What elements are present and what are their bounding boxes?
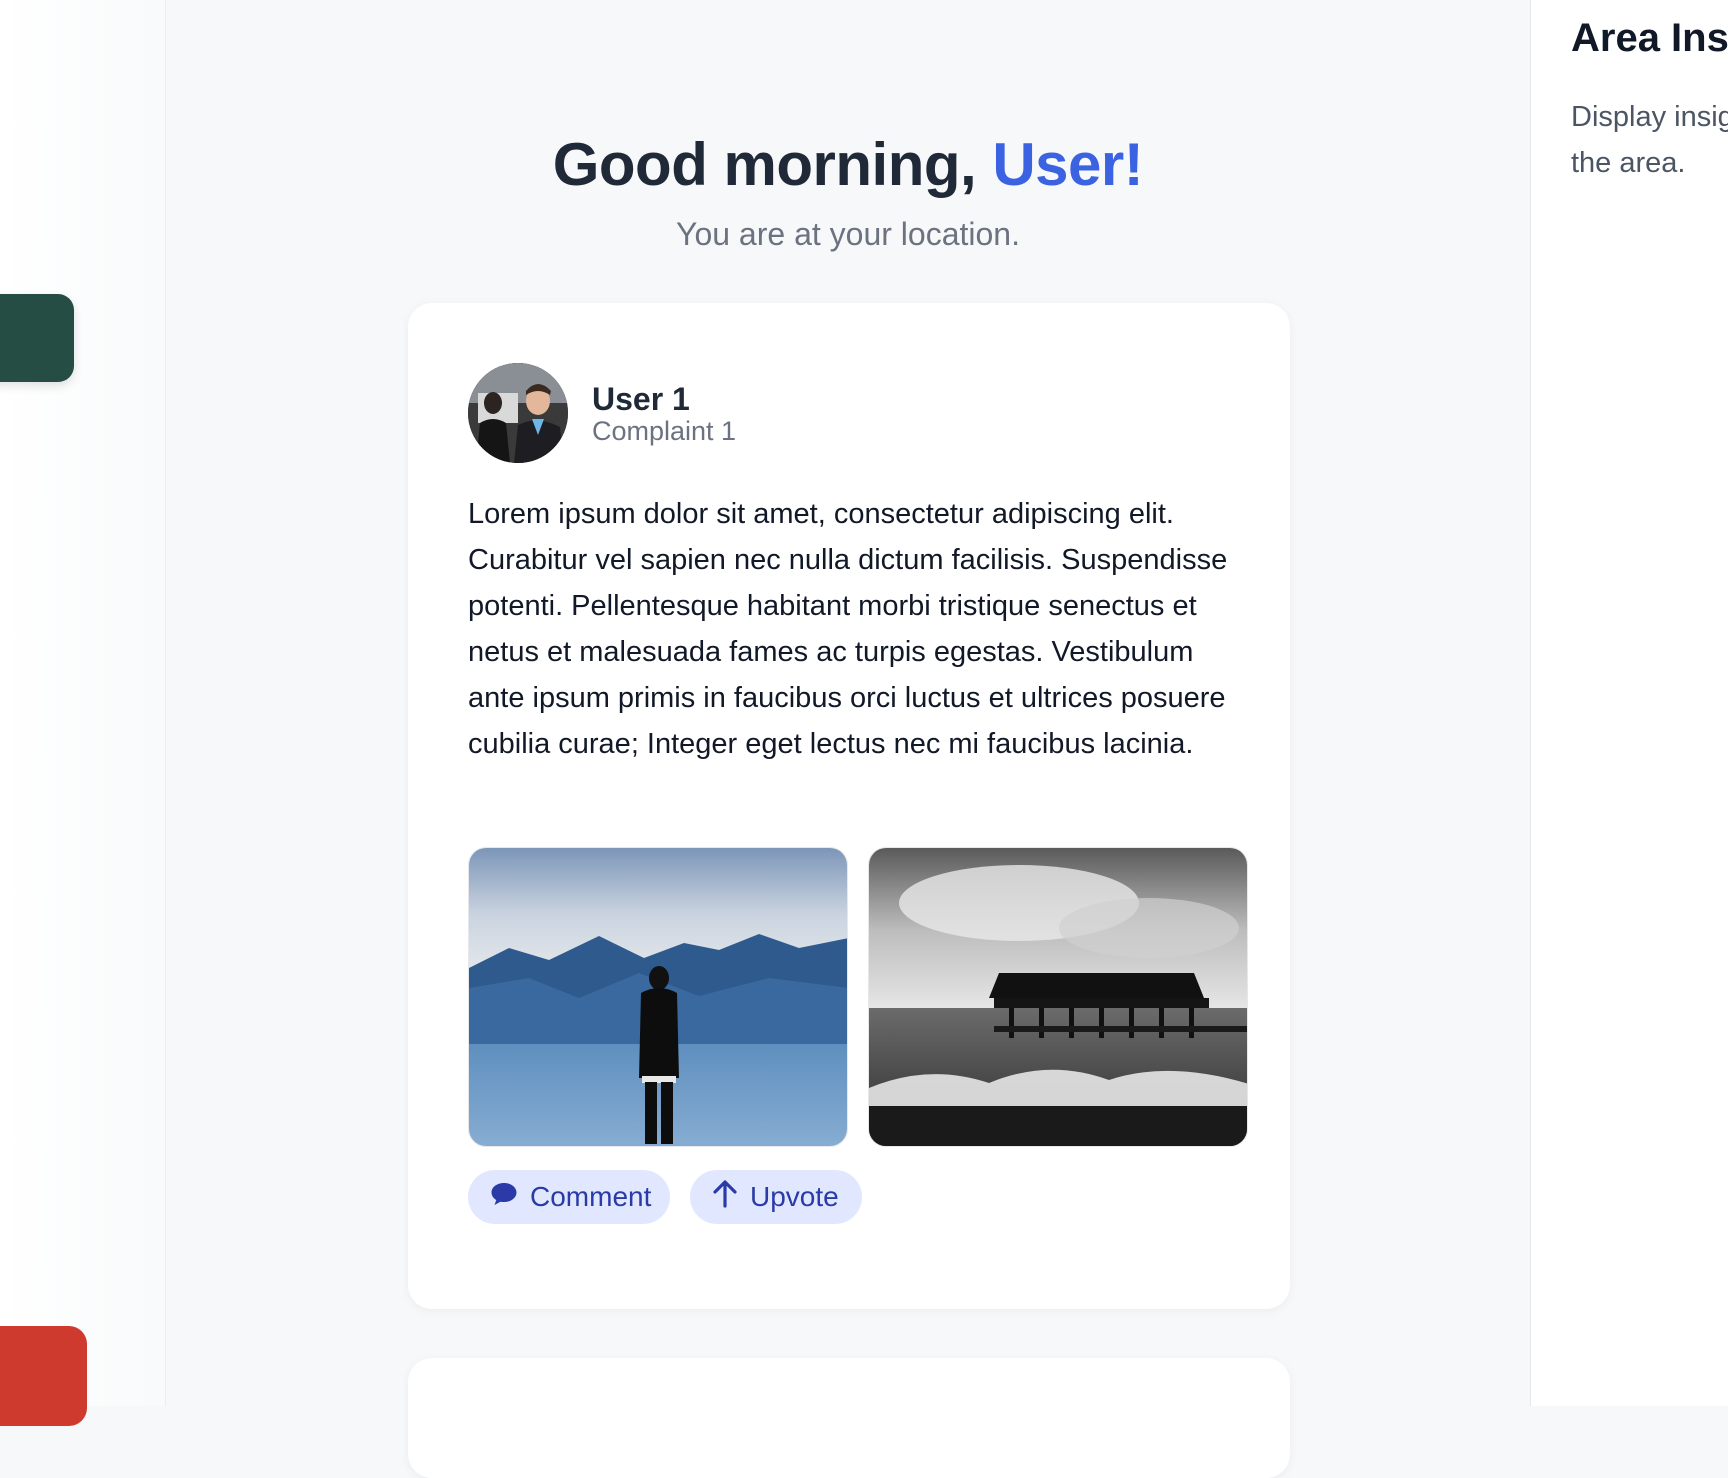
sidebar-nav-button[interactable]: [0, 294, 74, 382]
post-card: User 1 Complaint 1 Lorem ipsum dolor sit…: [408, 303, 1290, 1309]
greeting-user-name: User!: [992, 131, 1144, 198]
greeting-heading: Good morning, User!: [166, 130, 1530, 199]
arrow-up-icon: [712, 1179, 738, 1215]
post-subtitle: Complaint 1: [592, 416, 737, 446]
post-card: [408, 1358, 1290, 1478]
post-user-name: User 1: [592, 381, 690, 417]
sidebar: [0, 0, 166, 1426]
main-content: Good morning, User! You are at your loca…: [166, 0, 1530, 1478]
sidebar-logout-button[interactable]: [0, 1326, 87, 1426]
area-insights-title: Area Insights: [1571, 16, 1728, 60]
comment-icon: [490, 1181, 518, 1214]
area-insights-description: Display insights to users about the area…: [1571, 101, 1728, 179]
upvote-button[interactable]: Upvote: [690, 1170, 862, 1224]
greeting-prefix: Good morning,: [552, 131, 993, 198]
post-body-text: Lorem ipsum dolor sit amet, consectetur …: [468, 498, 1228, 760]
upvote-button-label: Upvote: [750, 1181, 839, 1212]
post-image[interactable]: [868, 847, 1248, 1147]
area-insights-panel: Area Insights Display insights to users …: [1530, 0, 1728, 1406]
post-image[interactable]: [468, 847, 848, 1147]
comment-button-label: Comment: [530, 1181, 652, 1212]
comment-button[interactable]: Comment: [468, 1170, 670, 1224]
avatar[interactable]: [468, 363, 568, 463]
location-subtitle: You are at your location.: [676, 216, 1020, 252]
